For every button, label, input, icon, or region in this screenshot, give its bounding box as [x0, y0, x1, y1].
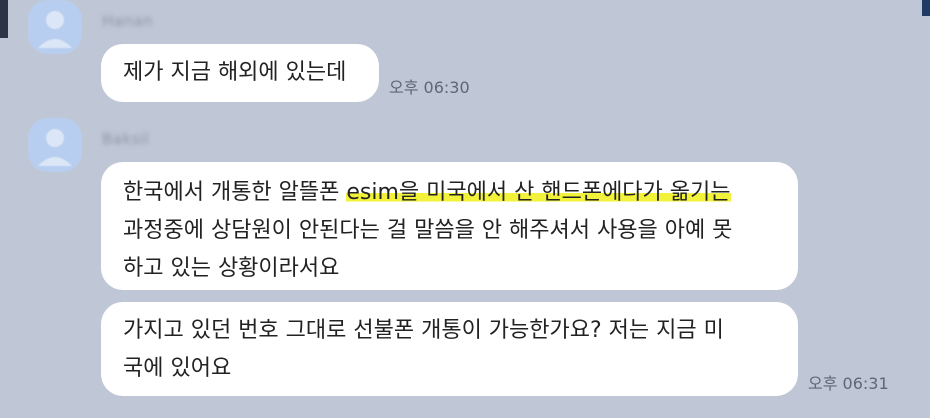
- message-time: 오후 06:30: [389, 78, 470, 97]
- window-right-edge: [922, 0, 930, 16]
- sender-avatar[interactable]: [28, 118, 82, 172]
- message-line: 하고 있는 상황이라서요: [123, 256, 340, 281]
- message-bubble[interactable]: 제가 지금 해외에 있는데: [101, 44, 379, 102]
- highlighted-text: esim을 미국에서 산 핸드폰에다가 옮기는: [346, 180, 731, 205]
- message-line: 한국에서 개통한 알뜰폰 esim을 미국에서 산 핸드폰에다가 옮기는: [123, 174, 776, 212]
- sender-avatar[interactable]: [28, 0, 82, 54]
- message-bubble[interactable]: 가지고 있던 번호 그대로 선불폰 개통이 가능한가요? 저는 지금 미 국에 …: [101, 302, 798, 396]
- window-left-edge: [0, 0, 8, 38]
- message-line: 가지고 있던 번호 그대로 선불폰 개통이 가능한가요? 저는 지금 미: [123, 318, 724, 343]
- person-icon: [38, 129, 72, 166]
- message-line-part: 한국에서 개통한 알뜰폰: [123, 180, 347, 205]
- person-icon: [38, 11, 72, 48]
- sender-name: Hanan: [102, 12, 154, 30]
- message-line: 국에 있어요: [123, 356, 232, 381]
- window-top-edge: [0, 0, 930, 38]
- message-time: 오후 06:31: [808, 374, 889, 393]
- sender-name: Baksil: [102, 130, 150, 148]
- message-line: 제가 지금 해외에 있는데: [123, 60, 347, 85]
- message-line: 과정중에 상담원이 안된다는 걸 말씀을 안 해주셔서 사용을 아예 못: [123, 218, 733, 243]
- message-bubble[interactable]: 한국에서 개통한 알뜰폰 esim을 미국에서 산 핸드폰에다가 옮기는 과정중…: [101, 162, 798, 290]
